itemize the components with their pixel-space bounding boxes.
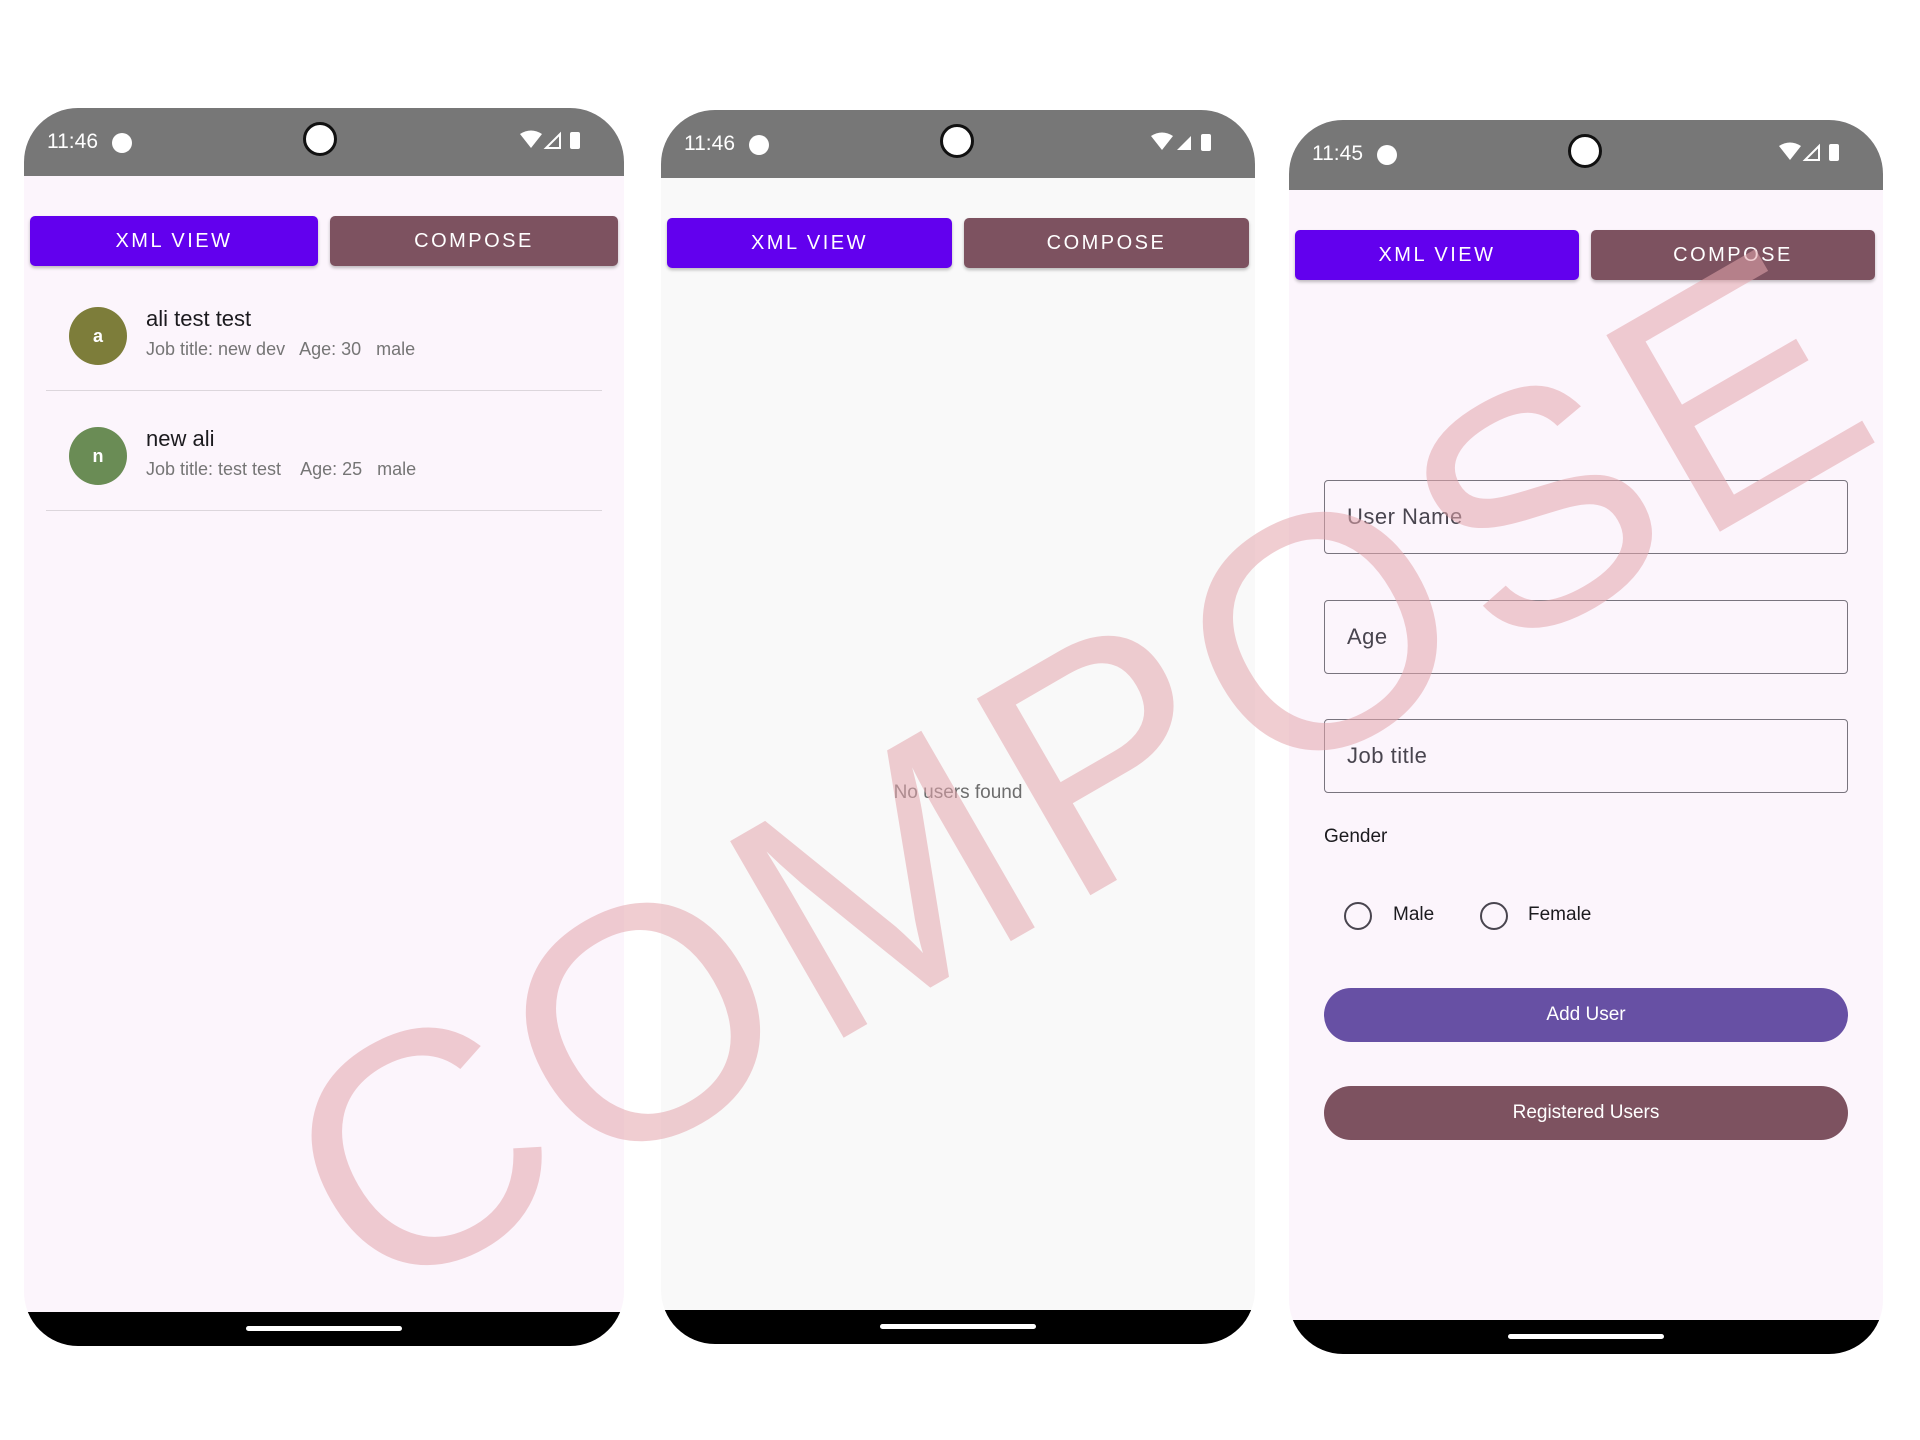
female-radio[interactable] — [1480, 902, 1508, 930]
status-time: 11:46 — [684, 132, 735, 155]
phone-xml-list: 11:46 XML VIEW COMPOSE a ali test test J… — [24, 108, 624, 1346]
wifi-icon — [1151, 132, 1173, 150]
wifi-icon — [1779, 142, 1801, 160]
notification-dot-icon — [1377, 145, 1397, 165]
status-time: 11:46 — [47, 130, 98, 153]
phone-compose-empty: 11:46 XML VIEW COMPOSE No users found — [661, 110, 1255, 1344]
signal-icon — [543, 131, 561, 149]
user-details: Job title: test test Age: 25 male — [146, 459, 417, 479]
user-details: Job title: new dev Age: 30 male — [146, 339, 416, 359]
wifi-icon — [520, 130, 542, 148]
female-radio-label[interactable]: Female — [1528, 904, 1591, 926]
status-time: 11:45 — [1312, 142, 1363, 165]
male-radio-label[interactable]: Male — [1393, 904, 1434, 926]
phone-add-user-form: 11:45 XML VIEW COMPOSE User Name Age Job… — [1289, 120, 1883, 1354]
navigation-bar — [1289, 1320, 1883, 1354]
battery-icon — [1201, 134, 1211, 151]
main-content: XML VIEW COMPOSE a ali test test Job tit… — [24, 176, 624, 1312]
user-name: new ali — [146, 426, 215, 451]
empty-state-text: No users found — [893, 782, 1023, 803]
camera-cutout-icon — [940, 124, 974, 158]
username-label: User Name — [1347, 504, 1463, 529]
main-content: XML VIEW COMPOSE User Name Age Job title… — [1289, 190, 1883, 1320]
status-icons — [1151, 132, 1211, 151]
status-bar: 11:46 — [661, 110, 1255, 178]
navigation-bar — [661, 1310, 1255, 1344]
add-user-button[interactable]: Add User — [1324, 988, 1848, 1042]
compose-button[interactable]: COMPOSE — [330, 216, 618, 266]
compose-button[interactable]: COMPOSE — [1591, 230, 1875, 280]
avatar-letter: a — [92, 325, 103, 346]
user-list-item[interactable]: a ali test test Job title: new dev Age: … — [46, 270, 602, 391]
signal-icon — [1802, 143, 1820, 161]
status-icons — [520, 130, 580, 149]
avatar: a — [69, 307, 127, 365]
camera-cutout-icon — [303, 122, 337, 156]
age-field[interactable]: Age — [1324, 600, 1848, 674]
job-title-field[interactable]: Job title — [1324, 719, 1848, 793]
user-name: ali test test — [146, 306, 252, 331]
username-field[interactable]: User Name — [1324, 480, 1848, 554]
user-list-item[interactable]: n new ali Job title: test test Age: 25 m… — [46, 390, 602, 511]
notification-dot-icon — [112, 133, 132, 153]
status-icons — [1779, 142, 1839, 161]
navigation-bar — [24, 1312, 624, 1346]
status-bar: 11:46 — [24, 108, 624, 176]
main-content: XML VIEW COMPOSE No users found — [661, 178, 1255, 1310]
status-bar: 11:45 — [1289, 120, 1883, 190]
gender-label: Gender — [1324, 826, 1388, 847]
xml-view-button[interactable]: XML VIEW — [1295, 230, 1579, 280]
home-handle[interactable] — [880, 1324, 1036, 1329]
xml-view-button[interactable]: XML VIEW — [30, 216, 318, 266]
battery-icon — [1829, 144, 1839, 161]
avatar-letter: n — [92, 445, 104, 466]
job-title-label: Job title — [1347, 743, 1428, 768]
compose-button[interactable]: COMPOSE — [964, 218, 1249, 268]
registered-users-button[interactable]: Registered Users — [1324, 1086, 1848, 1140]
signal-icon — [1177, 136, 1191, 150]
age-label: Age — [1347, 624, 1388, 649]
home-handle[interactable] — [1508, 1334, 1664, 1339]
camera-cutout-icon — [1568, 134, 1602, 168]
xml-view-button[interactable]: XML VIEW — [667, 218, 952, 268]
battery-icon — [570, 132, 580, 149]
avatar: n — [69, 427, 127, 485]
home-handle[interactable] — [246, 1326, 402, 1331]
male-radio[interactable] — [1344, 902, 1372, 930]
notification-dot-icon — [749, 135, 769, 155]
